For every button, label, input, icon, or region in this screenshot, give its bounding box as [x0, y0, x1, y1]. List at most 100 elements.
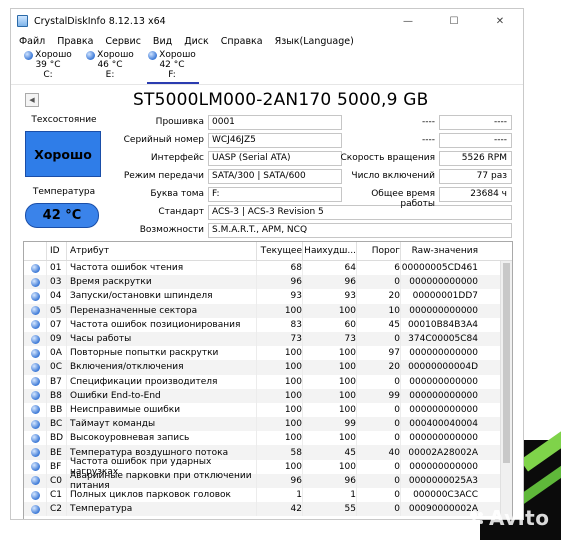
table-row[interactable]: B7 Спецификации производителя 100 100 0 00000… — [24, 374, 512, 389]
features-value: S.M.A.R.T., APM, NCQ — [208, 223, 512, 238]
worst-value: 64 — [302, 261, 356, 276]
disk-model-title: ST5000LM000-2AN170 5000,9 GB — [133, 90, 429, 110]
threshold-value: 97 — [356, 346, 400, 361]
threshold-value: 0 — [356, 502, 400, 517]
menu-bar: Файл Правка Сервис Вид Диск Справка Язык… — [11, 33, 523, 49]
attribute-name: Повторные попытки раскрутки — [66, 346, 256, 361]
current-value: 100 — [256, 431, 302, 446]
table-row[interactable]: B8 Ошибки End-to-End 100 100 99 000000000000 — [24, 388, 512, 403]
table-row[interactable]: 05 Переназначенные сектора 100 100 10 0000000… — [24, 303, 512, 318]
header-current[interactable]: Текущее — [256, 242, 302, 260]
menu-view[interactable]: Вид — [147, 36, 178, 47]
attribute-id: B7 — [46, 374, 66, 389]
table-row[interactable]: 0A Повторные попытки раскрутки 100 100 97 000… — [24, 346, 512, 361]
table-row[interactable]: C0 Аварийные парковки при отключении пита… — [24, 471, 512, 491]
raw-value: 374C00005C84 — [400, 331, 482, 347]
table-row[interactable]: 04 Запуски/остановки шпинделя 93 93 20 000000… — [24, 289, 512, 304]
header-threshold[interactable]: Порог — [356, 242, 400, 260]
attribute-id: 09 — [46, 331, 66, 347]
rotation-rate-label: Скорость вращения — [340, 153, 436, 163]
table-row[interactable]: 03 Время раскрутки 96 96 0 000000000000 — [24, 275, 512, 290]
status-dot-icon — [24, 346, 46, 360]
header-worst[interactable]: Наихудш... — [302, 242, 356, 260]
header-id[interactable]: ID — [46, 242, 66, 260]
health-status-button[interactable]: Хорошо — [25, 131, 101, 177]
drive-tab-f[interactable]: Хорошо 42 °C F: — [141, 49, 203, 84]
attribute-name: Включения/отключения — [66, 360, 256, 375]
attribute-id: BF — [46, 459, 66, 474]
volume-letter-value: F: — [208, 187, 342, 202]
raw-value: 000400040004 — [400, 417, 482, 432]
attribute-name: Часы работы — [66, 331, 256, 347]
temperature-button[interactable]: 42 °C — [25, 203, 99, 228]
title-bar: CrystalDiskInfo 8.12.13 x64 — ☐ ✕ — [11, 9, 523, 33]
health-dot-icon — [30, 377, 40, 387]
worst-value: 100 — [302, 360, 356, 375]
raw-value: 000000C3ACC — [400, 488, 482, 503]
maximize-button[interactable]: ☐ — [431, 9, 477, 33]
table-row[interactable]: 0C Включения/отключения 100 100 20 0000000000… — [24, 360, 512, 375]
table-row[interactable]: 07 Частота ошибок позиционирования 83 60 45 0… — [24, 317, 512, 332]
menu-edit[interactable]: Правка — [51, 36, 99, 47]
worst-value: 60 — [302, 317, 356, 332]
attribute-name: Ошибки End-to-End — [66, 388, 256, 403]
threshold-value: 0 — [356, 331, 400, 347]
menu-disk[interactable]: Диск — [178, 36, 215, 47]
table-row[interactable]: BB Неисправимые ошибки 100 100 0 000000000000 — [24, 402, 512, 418]
status-dot-icon — [24, 445, 46, 459]
drive-tab-e[interactable]: Хорошо 46 °C E: — [79, 49, 141, 84]
power-on-count-label: Число включений — [351, 171, 435, 181]
app-icon — [17, 15, 28, 27]
vertical-scrollbar[interactable] — [500, 261, 512, 519]
raw-value: 00002A28002A — [400, 445, 482, 460]
drive-tab-c[interactable]: Хорошо 39 °C C: — [17, 49, 79, 84]
drive-tabs: Хорошо 39 °C C: Хорошо 46 °C E: Хорошо 4… — [11, 49, 523, 85]
menu-function[interactable]: Сервис — [99, 36, 147, 47]
previous-disk-button[interactable]: ◀ — [25, 93, 39, 107]
close-button[interactable]: ✕ — [477, 9, 523, 33]
status-dot-icon — [24, 375, 46, 389]
attribute-id: B8 — [46, 388, 66, 403]
table-row[interactable]: C1 Полных циклов парковок головок 1 1 0 00000… — [24, 488, 512, 503]
scrollbar-thumb[interactable] — [503, 263, 510, 463]
raw-value: 0000000025A3 — [400, 473, 482, 488]
serial-value: WCJ46JZ5 — [208, 133, 342, 148]
drive-letter: F: — [168, 70, 176, 80]
blank-label-1: ---- — [422, 117, 435, 127]
current-value: 68 — [256, 261, 302, 276]
worst-value: 45 — [302, 445, 356, 460]
table-row[interactable]: BD Высокоуровневая запись 100 100 0 000000000… — [24, 431, 512, 446]
volume-letter-label: Буква тома — [150, 189, 204, 199]
table-row[interactable]: BC Таймаут команды 100 99 0 000400040004 — [24, 417, 512, 432]
health-dot-icon — [30, 277, 40, 287]
table-row[interactable]: 09 Часы работы 73 73 0 374C00005C84 — [24, 331, 512, 347]
menu-file[interactable]: Файл — [13, 36, 51, 47]
attribute-id: BC — [46, 417, 66, 432]
minimize-button[interactable]: — — [385, 9, 431, 33]
status-dot-icon — [24, 403, 46, 417]
health-dot-icon — [30, 291, 40, 301]
attribute-id: BB — [46, 402, 66, 418]
triangle-left-icon: ◀ — [29, 96, 35, 104]
table-row[interactable]: C2 Температура 42 55 0 00090000002A — [24, 502, 512, 517]
serial-label: Серийный номер — [123, 135, 204, 145]
drive-status: Хорошо — [35, 50, 72, 60]
header-attribute[interactable]: Атрибут — [66, 242, 256, 260]
current-value: 100 — [256, 402, 302, 418]
current-value: 100 — [256, 388, 302, 403]
health-dot-icon — [30, 490, 40, 500]
health-dot-icon — [30, 334, 40, 344]
header-raw-values[interactable]: Raw-значения — [400, 242, 482, 260]
status-dot-icon — [24, 332, 46, 346]
status-dot-icon — [24, 474, 46, 488]
worst-value: 1 — [302, 488, 356, 503]
menu-language[interactable]: Язык(Language) — [269, 36, 360, 47]
table-row[interactable]: 01 Частота ошибок чтения 68 64 6 00000005CD46… — [24, 261, 512, 276]
menu-help[interactable]: Справка — [215, 36, 269, 47]
current-value: 93 — [256, 289, 302, 304]
drive-letter: C: — [43, 70, 53, 80]
attribute-name: Температура — [66, 502, 256, 517]
status-dot-icon — [24, 460, 46, 474]
threshold-value: 0 — [356, 417, 400, 432]
raw-value: 000000000000 — [400, 346, 482, 361]
